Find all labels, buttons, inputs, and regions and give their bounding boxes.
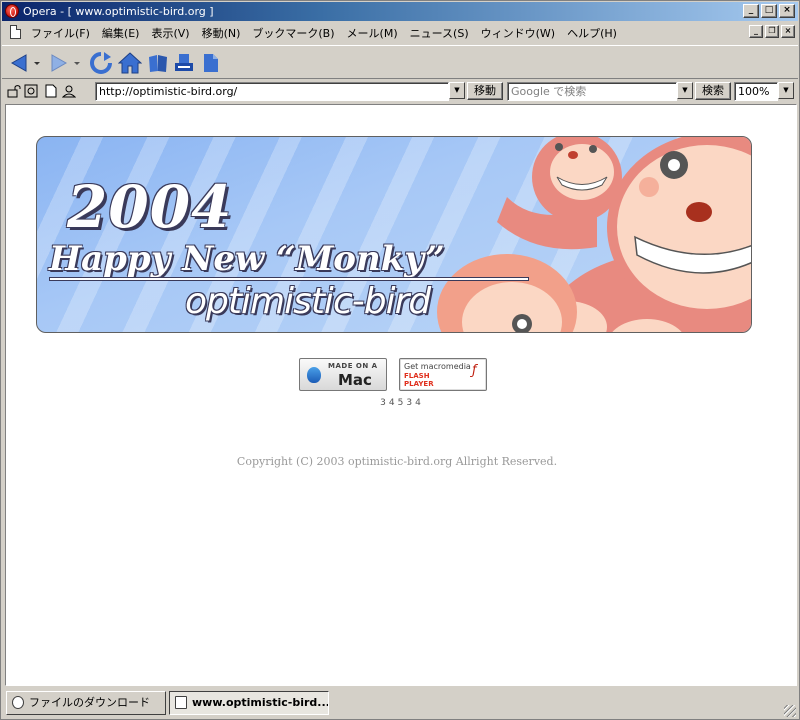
search-engine-dropdown[interactable]: ▼ [677, 82, 693, 99]
page-tab-label: www.optimistic-bird.... [192, 696, 329, 709]
menu-view[interactable]: 表示(V) [150, 25, 195, 41]
user-icon[interactable] [62, 84, 76, 98]
security-lock-icon[interactable] [7, 84, 21, 98]
page-tab[interactable]: www.optimistic-bird.... [169, 691, 329, 715]
downloads-tab-label: ファイルのダウンロード [29, 696, 150, 709]
resize-grip[interactable] [784, 705, 796, 717]
menu-window[interactable]: ウィンドウ(W) [480, 25, 561, 41]
forward-menu-icon[interactable] [72, 50, 82, 76]
made-on-mac-badge[interactable]: MADE ON A Mac [299, 358, 387, 391]
search-button[interactable]: 検索 [695, 82, 731, 100]
flash-badge-line-flash: FLASH [404, 372, 430, 380]
page-viewport: 2004 Happy New “Monky” optimistic-bird M… [5, 104, 797, 686]
menu-news[interactable]: ニュース(S) [409, 25, 475, 41]
url-field[interactable]: http://optimistic-bird.org/ [95, 82, 449, 101]
mac-badge-title: Mac [338, 371, 372, 389]
new-year-banner[interactable]: 2004 Happy New “Monky” optimistic-bird [36, 136, 752, 333]
hotlist-icon[interactable] [146, 50, 170, 76]
banner-site-name: optimistic-bird [185, 281, 431, 322]
mac-badge-caption: MADE ON A [328, 362, 378, 370]
banner-headline: Happy New “Monky” [49, 239, 445, 279]
print-icon[interactable] [172, 50, 196, 76]
apple-logo-icon [307, 367, 321, 383]
get-flash-player-badge[interactable]: Get macromedia FLASH PLAYER ƒ [399, 358, 487, 391]
document-restore-button[interactable]: ❐ [765, 25, 779, 38]
close-button[interactable]: × [779, 4, 795, 18]
visitor-counter: 34534 [380, 398, 424, 408]
url-dropdown-button[interactable]: ▼ [449, 82, 465, 99]
status-bar: ファイルのダウンロード www.optimistic-bird.... [2, 689, 798, 719]
flash-logo-icon: ƒ [472, 363, 477, 378]
copyright-text: Copyright (C) 2003 optimistic-bird.org A… [236, 455, 558, 468]
document-icon[interactable] [10, 25, 21, 39]
page-tab-icon [175, 696, 187, 709]
back-menu-icon[interactable] [32, 50, 42, 76]
menu-file[interactable]: ファイル(F) [30, 25, 96, 41]
go-button[interactable]: 移動 [467, 82, 503, 100]
menu-mail[interactable]: メール(M) [346, 25, 404, 41]
zoom-field[interactable]: 100% [734, 82, 778, 101]
menu-bookmarks[interactable]: ブックマーク(B) [251, 25, 340, 41]
title-bar: Opera - [ www.optimistic-bird.org ] _ □ … [2, 2, 798, 21]
minimize-button[interactable]: _ [743, 4, 759, 18]
new-page-icon[interactable] [200, 50, 222, 76]
window-title: Opera - [ www.optimistic-bird.org ] [23, 5, 214, 18]
banner-year: 2004 [67, 173, 233, 241]
search-input[interactable]: Google で検索 [507, 82, 677, 101]
page-info-icon[interactable] [44, 84, 58, 98]
flash-badge-caption: Get macromedia [404, 362, 471, 371]
address-bar: http://optimistic-bird.org/ ▼ 移動 Google … [2, 80, 798, 103]
zoom-dropdown-button[interactable]: ▼ [778, 82, 794, 99]
menu-bar: ファイル(F) 編集(E) 表示(V) 移動(N) ブックマーク(B) メール(… [2, 22, 798, 42]
menu-edit[interactable]: 編集(E) [101, 25, 146, 41]
document-minimize-button[interactable]: _ [749, 25, 763, 38]
browser-window: Opera - [ www.optimistic-bird.org ] _ □ … [0, 0, 800, 720]
navigation-toolbar [2, 45, 798, 79]
opera-logo-icon[interactable] [5, 4, 19, 18]
back-icon[interactable] [6, 50, 32, 76]
maximize-button[interactable]: □ [761, 4, 777, 18]
document-close-button[interactable]: × [781, 25, 795, 38]
flash-badge-line-player: PLAYER [404, 380, 434, 388]
forward-icon[interactable] [46, 50, 72, 76]
menu-help[interactable]: ヘルプ(H) [566, 25, 623, 41]
downloads-tab[interactable]: ファイルのダウンロード [6, 691, 166, 715]
reload-icon[interactable] [88, 50, 114, 76]
home-icon[interactable] [116, 50, 144, 76]
cookie-icon[interactable] [24, 84, 38, 98]
menu-navigation[interactable]: 移動(N) [201, 25, 247, 41]
download-icon [12, 696, 24, 709]
